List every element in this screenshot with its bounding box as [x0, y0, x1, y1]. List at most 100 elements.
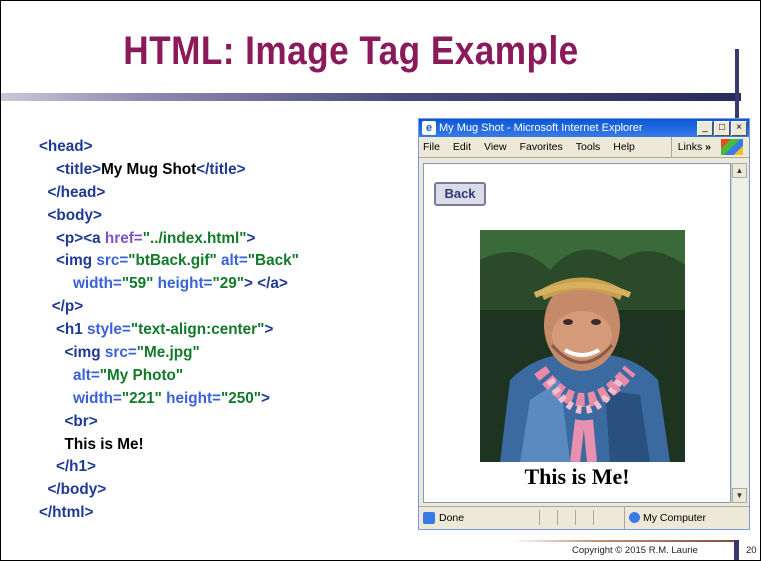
- code-token: </body>: [39, 481, 107, 499]
- code-line: <p><a href="../index.html">: [39, 228, 299, 251]
- code-line: <img src="Me.jpg": [39, 342, 299, 365]
- code-line: width="59" height="29"> </a>: [39, 273, 299, 296]
- menu-help[interactable]: Help: [613, 137, 635, 157]
- code-token: <title>: [39, 160, 102, 178]
- browser-window-title: My Mug Shot - Microsoft Internet Explore…: [439, 122, 643, 134]
- menu-edit[interactable]: Edit: [453, 137, 471, 157]
- status-segment: [539, 510, 556, 525]
- code-line: </h1>: [39, 456, 299, 479]
- browser-status-bar: Done My Computer: [419, 506, 749, 529]
- code-token: <img: [39, 344, 105, 362]
- code-line: alt="My Photo": [39, 365, 299, 388]
- status-segment: [575, 510, 592, 525]
- code-line: </body>: [39, 479, 299, 502]
- browser-title-bar[interactable]: e My Mug Shot - Microsoft Internet Explo…: [419, 119, 749, 137]
- code-line: </html>: [39, 502, 299, 525]
- menu-tools[interactable]: Tools: [576, 137, 601, 157]
- code-token: </h1>: [39, 458, 96, 476]
- page-number-bar: [734, 540, 739, 560]
- photo-caption: This is Me!: [524, 464, 630, 489]
- code-line: <body>: [39, 205, 299, 228]
- code-token: height=: [161, 389, 221, 407]
- code-line: width="221" height="250">: [39, 388, 299, 411]
- code-listing: <head> <title>My Mug Shot</title> </head…: [39, 136, 299, 525]
- slide: HTML: Image Tag Example <head> <title>My…: [0, 0, 761, 561]
- slide-title: HTML: Image Tag Example: [123, 29, 579, 73]
- back-button[interactable]: Back: [434, 182, 486, 206]
- browser-window: e My Mug Shot - Microsoft Internet Explo…: [418, 118, 750, 530]
- code-token: alt=: [216, 252, 248, 270]
- code-token: <h1: [39, 321, 88, 339]
- code-line: <title>My Mug Shot</title>: [39, 159, 299, 182]
- code-token: "btBack.gif": [128, 252, 217, 270]
- code-token: >: [246, 229, 256, 247]
- code-token: width=: [39, 275, 122, 293]
- window-controls: _ □ ×: [697, 121, 747, 136]
- footer-rule: [509, 540, 735, 542]
- code-token: src=: [96, 252, 129, 270]
- code-token: alt=: [39, 366, 100, 384]
- code-line: <h1 style="text-align:center">: [39, 319, 299, 342]
- code-token: height=: [153, 275, 213, 293]
- ie-icon: e: [422, 121, 436, 135]
- code-token: src=: [104, 344, 137, 362]
- my-computer-icon: [629, 512, 640, 523]
- page-number: 20: [746, 545, 757, 556]
- menu-favorites[interactable]: Favorites: [520, 137, 563, 157]
- links-chevron-icon: »: [705, 141, 711, 153]
- code-token: width=: [39, 389, 122, 407]
- links-toolbar[interactable]: Links »: [670, 137, 711, 157]
- status-segment: [557, 510, 574, 525]
- portrait-photo: [480, 230, 685, 462]
- portrait-photo-image: [480, 230, 685, 462]
- code-token: </html>: [39, 504, 94, 522]
- code-token: This is Me!: [39, 435, 144, 453]
- page-done-icon: [423, 512, 435, 524]
- code-token: "221": [121, 389, 162, 407]
- code-token: >: [261, 389, 270, 407]
- title-underline: [1, 93, 741, 101]
- maximize-button[interactable]: □: [714, 121, 730, 136]
- status-zone-label: My Computer: [643, 512, 707, 524]
- code-token: "29": [212, 275, 245, 293]
- copyright-text: Copyright © 2015 R.M. Laurie: [572, 545, 698, 556]
- code-token: href=: [104, 229, 143, 247]
- code-token: </head>: [39, 183, 106, 201]
- scroll-down-icon[interactable]: ▼: [732, 488, 747, 503]
- code-token: <body>: [39, 206, 102, 224]
- code-token: </title>: [196, 160, 246, 178]
- menu-view[interactable]: View: [484, 137, 507, 157]
- code-line: <img src="btBack.gif" alt="Back": [39, 250, 299, 273]
- scroll-up-icon[interactable]: ▲: [732, 163, 747, 178]
- code-line: </head>: [39, 182, 299, 205]
- code-line: </p>: [39, 296, 299, 319]
- code-token: > </a>: [244, 275, 288, 293]
- code-line: <br>: [39, 411, 299, 434]
- browser-page-content: Back This is Me!: [423, 163, 731, 503]
- status-segment: [593, 510, 610, 525]
- code-token: "59": [121, 275, 154, 293]
- code-line: This is Me!: [39, 434, 299, 457]
- code-token: "text-align:center": [130, 321, 265, 339]
- status-zone: My Computer: [624, 507, 706, 529]
- menu-file[interactable]: File: [423, 137, 440, 157]
- code-token: <head>: [39, 138, 93, 155]
- code-token: </p>: [39, 298, 84, 316]
- code-token: "My Photo": [99, 366, 184, 384]
- status-done: Done: [439, 512, 465, 524]
- code-token: "Me.jpg": [136, 344, 200, 362]
- windows-logo-icon: [721, 139, 743, 155]
- code-token: "Back": [247, 252, 299, 270]
- code-token: <img: [39, 252, 97, 270]
- code-token: "../index.html": [142, 229, 247, 247]
- browser-menu-bar: File Edit View Favorites Tools Help Link…: [419, 137, 749, 158]
- code-line: <head>: [39, 136, 299, 159]
- links-label: Links: [677, 141, 703, 153]
- code-token: <br>: [39, 412, 98, 430]
- vertical-scrollbar[interactable]: ▲ ▼: [731, 163, 747, 503]
- code-token: style=: [87, 321, 131, 339]
- minimize-button[interactable]: _: [697, 121, 713, 136]
- code-token: "250": [220, 389, 262, 407]
- close-button[interactable]: ×: [731, 121, 747, 136]
- code-token: >: [264, 321, 274, 339]
